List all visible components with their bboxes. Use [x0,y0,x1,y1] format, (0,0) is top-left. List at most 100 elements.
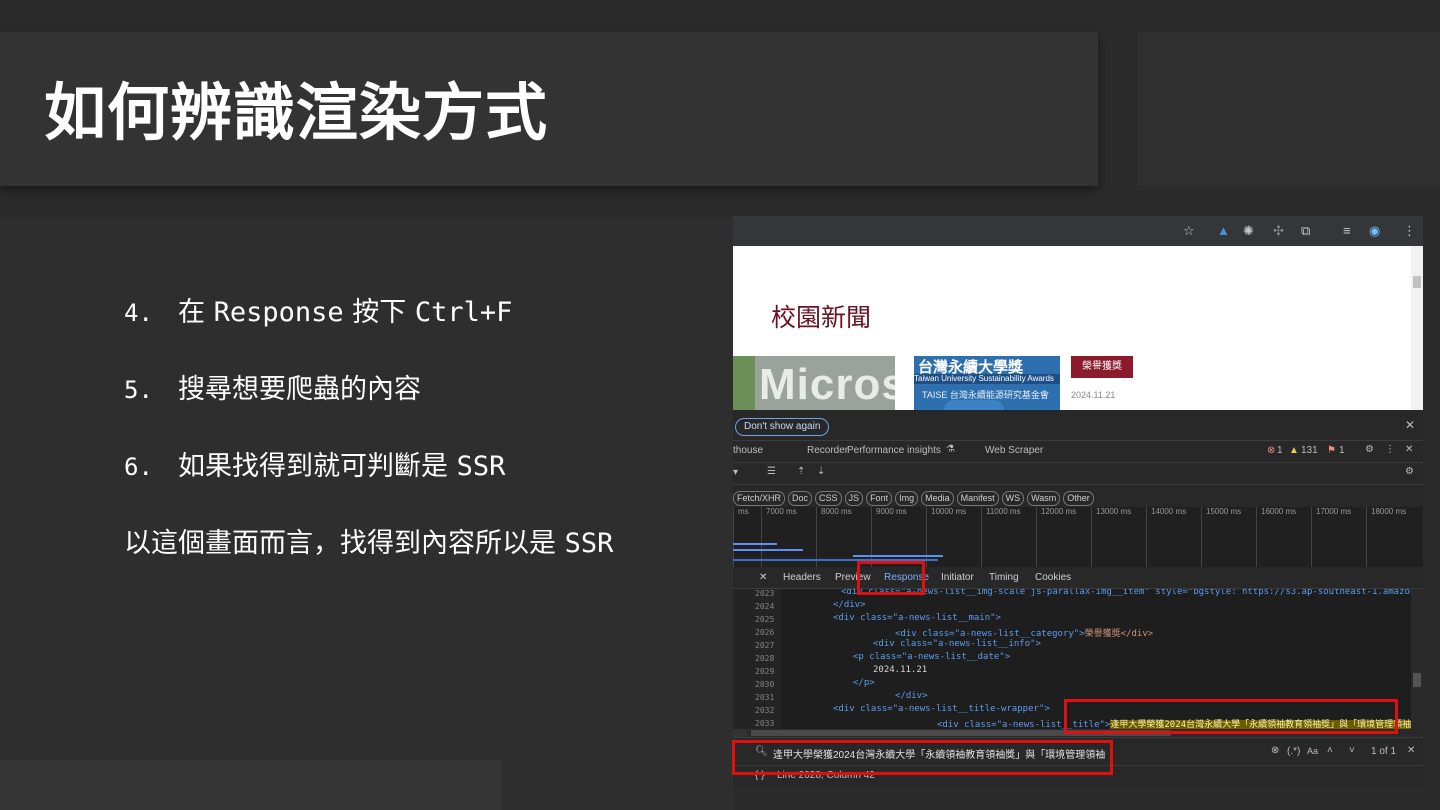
previous-match-icon[interactable]: ˄ [1327,745,1333,756]
line-number: 2029 [755,667,775,676]
panel-tab[interactable]: Recorder [807,445,848,456]
news-image-1[interactable]: Micros [733,356,895,410]
warning-icon[interactable]: ▲ [1289,445,1299,456]
scroll-thumb[interactable] [1413,276,1421,288]
network-timeline[interactable]: ms 7000 ms 8000 ms 9000 ms 10000 ms 1100… [733,507,1423,567]
timeline-bar [733,549,803,551]
download-icon[interactable]: ⇣ [817,466,825,477]
timeline-label: 13000 ms [1091,507,1146,567]
tab-cookies[interactable]: Cookies [1035,572,1071,583]
extension-icon[interactable]: ✣ [1273,223,1284,239]
error-count: 1 [1277,445,1283,456]
settings-icon[interactable]: ✺ [1243,223,1254,239]
match-case-toggle[interactable]: Aa [1307,746,1318,756]
news-heading: 校園新聞 [771,303,872,332]
close-detail-icon[interactable]: ✕ [759,572,767,583]
throttle-dropdown-icon[interactable]: ▾ [733,467,738,478]
wifi-icon[interactable]: ☰ [767,466,776,477]
filter-chip[interactable]: Manifest [956,491,999,506]
code-text: 榮譽獲獎</div> [1084,629,1154,639]
drive-icon[interactable]: ▲ [1217,223,1230,238]
timeline-label: 11000 ms [981,507,1036,567]
issues-count: 1 [1339,445,1345,456]
network-toolbar: ▾ ☰ ⇡ ⇣ ⚙ [733,462,1423,485]
news-image-2[interactable]: 台灣永續大學獎 Taiwan University Sustainability… [914,356,1060,410]
dont-show-again-button[interactable]: Don't show again [735,418,830,436]
step-6: 6. 如果找得到就可判斷是 SSR [124,444,613,521]
step-keyword: SSR [456,451,506,482]
code-line: <p class="a-news-list__date"> [853,652,1010,662]
close-search-icon[interactable]: ✕ [1407,745,1415,756]
close-icon[interactable]: ✕ [1405,418,1415,432]
panel-tab[interactable]: thouse [733,445,763,456]
webpage-content: 校園新聞 Micros 台灣永續大學獎 Taiwan University Su… [733,246,1411,410]
puzzle-icon[interactable]: ⧉ [1301,223,1310,239]
regex-icon[interactable]: (.*) [1287,746,1300,757]
step-text: 搜尋想要爬蟲的內容 [178,374,421,405]
image-strip [733,356,755,410]
filter-chip[interactable]: WS [1001,491,1025,506]
filter-chip[interactable]: CSS [815,491,842,506]
filter-chip[interactable]: Fetch/XHR [733,491,786,506]
timeline-label: 8000 ms [816,507,871,567]
filter-chip[interactable]: Wasm [1027,491,1061,506]
timeline-label: 7000 ms [761,507,816,567]
more-icon[interactable]: ⋮ [1385,444,1395,455]
reading-list-icon[interactable]: ≡ [1343,223,1351,238]
panel-tab[interactable]: Performance insights [847,445,941,456]
filter-chip[interactable]: JS [844,491,864,506]
match-count: 1 of 1 [1371,746,1397,757]
code-tag: </p> [853,678,875,688]
profile-icon[interactable]: ◉ [1369,223,1380,239]
filter-chip[interactable]: Font [866,491,893,506]
search-query-highlight [732,740,1113,775]
code-tag: </div> [833,600,866,610]
tab-timing[interactable]: Timing [989,572,1019,583]
conclusion-keyword: SSR [564,528,614,559]
line-number: 2030 [755,680,775,689]
timeline-bar [733,543,777,545]
line-number: 2033 [755,719,775,728]
tab-initiator[interactable]: Initiator [941,572,974,583]
step-text: 如果找得到就可判斷是 [178,451,457,482]
filter-chip[interactable]: Other [1063,491,1094,506]
browser-toolbar: ☆ ▲ ✺ ✣ ⧉ ≡ ◉ ⋮ [733,216,1423,246]
code-tag: <div class="a-news-list__main"> [833,613,1001,623]
slide-title: 如何辨識渲染方式 [44,76,549,149]
scroll-thumb[interactable] [1413,673,1421,687]
footer-decor [0,760,502,810]
category-badge[interactable]: 榮譽獲獎 [1071,356,1133,378]
flask-icon: ⚗ [946,444,955,455]
step-4: 4. 在 Response 按下 Ctrl+F [124,290,613,367]
conclusion: 以這個畫面而言，找得到內容所以是 SSR [124,521,613,560]
star-icon[interactable]: ☆ [1183,223,1195,239]
filter-chip[interactable]: Img [895,491,919,506]
clear-search-icon[interactable]: ⊗ [1271,745,1279,756]
code-tag: <div class="a-news-list__title-wrapper"> [833,704,1050,714]
line-number: 2028 [755,654,775,663]
timeline-label: 17000 ms [1311,507,1366,567]
next-match-icon[interactable]: ˅ [1349,745,1355,756]
filter-chips: Fetch/XHR Doc CSS JS Font Img Media Manifest WS W… [733,484,1423,508]
gear-icon[interactable]: ⚙ [1365,444,1374,455]
page-scrollbar[interactable] [1411,246,1423,410]
filter-chip[interactable]: Media [921,491,954,506]
source-scrollbar[interactable] [1411,589,1423,729]
tab-headers[interactable]: Headers [783,572,821,583]
match-highlight-box [1064,699,1398,734]
close-devtools-icon[interactable]: ✕ [1405,444,1413,455]
code-tag: <p class="a-news-list__date"> [853,652,1011,662]
error-icon[interactable]: ⊗ [1267,445,1275,456]
step-keyword: Response [213,297,344,328]
code-line: <div class="a-news-list__info"> [873,639,1041,649]
issues-icon[interactable]: ⚑ [1327,445,1336,456]
panel-tab[interactable]: Web Scraper [985,445,1043,456]
code-line: <div class="a-news-list__img-scale js-pa… [841,589,1411,597]
line-number: 2032 [755,706,775,715]
menu-icon[interactable]: ⋮ [1403,223,1416,239]
step-number: 6. [124,453,153,481]
code-line: </p> [853,678,875,688]
network-settings-icon[interactable]: ⚙ [1405,466,1414,477]
upload-icon[interactable]: ⇡ [797,466,805,477]
filter-chip[interactable]: Doc [788,491,813,506]
